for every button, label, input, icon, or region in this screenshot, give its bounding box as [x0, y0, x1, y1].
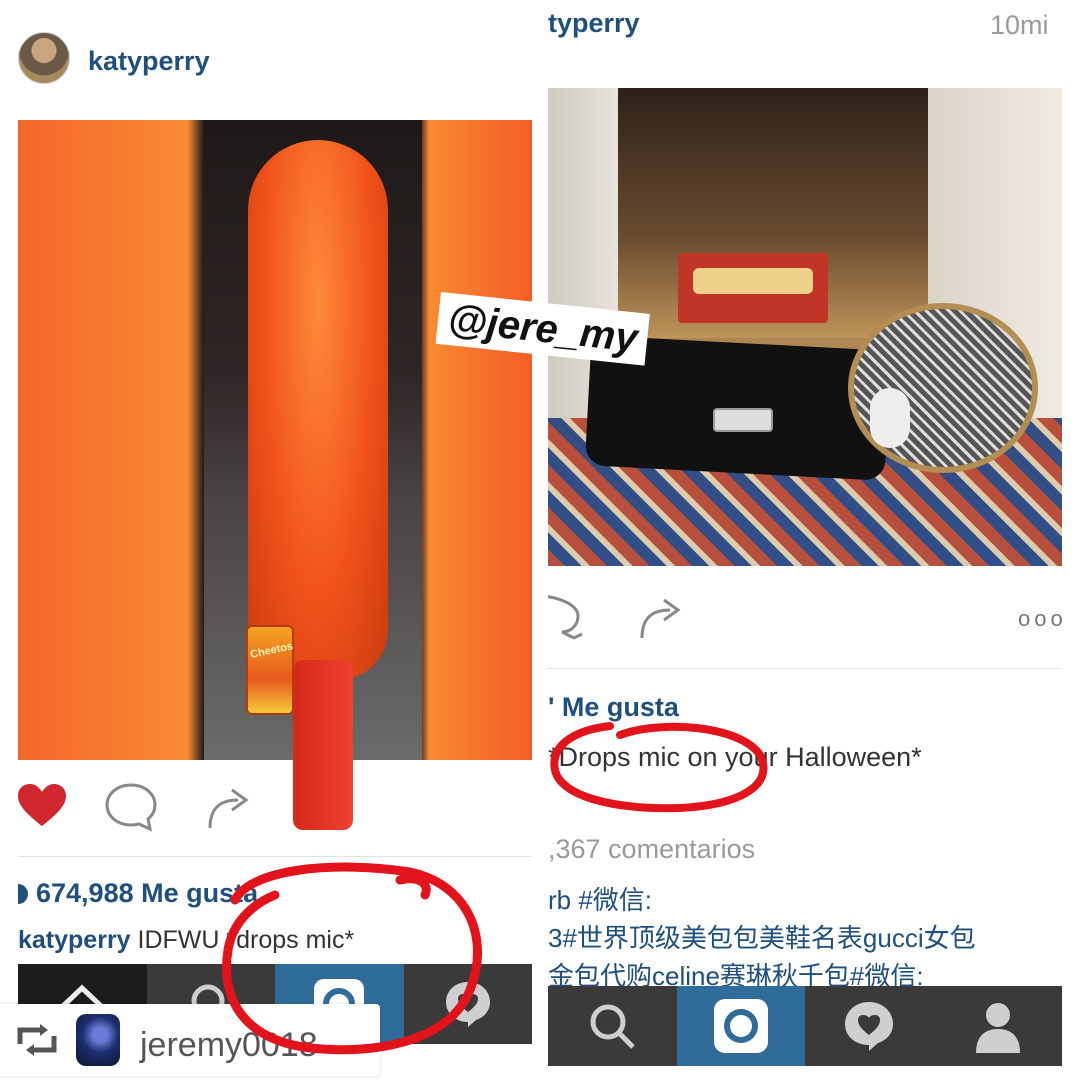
room-pillows [693, 268, 813, 294]
microphone-costume-head [848, 303, 1038, 473]
likes-count[interactable]: 674,988 Me gusta [18, 878, 258, 909]
tab-profile[interactable] [934, 986, 1063, 1066]
tab-activity[interactable] [404, 964, 533, 1044]
costume-face [870, 388, 910, 448]
avatar[interactable] [18, 32, 70, 84]
divider [548, 668, 1062, 669]
costume-legs [293, 660, 353, 830]
caption-username[interactable]: katyperry [18, 926, 131, 954]
repost-attribution: jeremy0018 [0, 1004, 380, 1076]
profile-icon [975, 1003, 1020, 1053]
post-image[interactable]: Cheetos [18, 120, 532, 830]
divider [18, 856, 532, 857]
microphone-costume-display [713, 408, 773, 432]
activity-icon [445, 982, 490, 1027]
likes-text: 674,988 Me gusta [36, 878, 259, 908]
share-icon[interactable] [636, 592, 686, 647]
activity-icon [845, 1002, 894, 1051]
heart-icon[interactable] [18, 784, 66, 833]
likes-count[interactable]: ' Me gusta [548, 692, 679, 723]
more-icon[interactable]: ooo [1018, 606, 1067, 632]
post-caption: katyperry IDFWU *drops mic* [18, 926, 354, 955]
tab-activity[interactable] [805, 986, 934, 1066]
post-caption: *Drops mic on your Halloween* [548, 742, 922, 772]
cheeto-costume [248, 140, 388, 680]
right-screenshot: typerry 10mi ooo ' Me gusta *Drops mic o… [548, 0, 1080, 1080]
snack-bag [246, 625, 294, 715]
left-screenshot: katyperry Cheetos 674,988 Me gusta katyp… [0, 0, 540, 1080]
post-username[interactable]: katyperry [88, 46, 210, 77]
repost-icon [14, 1022, 60, 1063]
camera-icon [713, 999, 768, 1053]
likes-heart-icon [18, 884, 28, 904]
post-username[interactable]: typerry [548, 8, 640, 39]
comment-icon[interactable] [104, 782, 158, 837]
comment-line: rb #微信: [548, 885, 653, 915]
tab-camera[interactable] [676, 986, 805, 1066]
repost-avatar[interactable] [76, 1014, 120, 1066]
caption-text: IDFWU *drops mic* [130, 926, 355, 954]
view-comments-link[interactable]: ,367 comentarios [548, 834, 755, 865]
comment-line: 3#世界顶级美包包美鞋名表gucci女包 [548, 923, 976, 953]
comment-icon[interactable] [548, 590, 588, 647]
repost-username[interactable]: jeremy0018 [140, 1026, 318, 1065]
bottom-tab-bar [548, 986, 1062, 1066]
post-timestamp: 10mi [990, 10, 1049, 40]
search-icon [590, 1004, 636, 1049]
tab-search[interactable] [548, 986, 677, 1066]
share-icon[interactable] [204, 782, 254, 837]
